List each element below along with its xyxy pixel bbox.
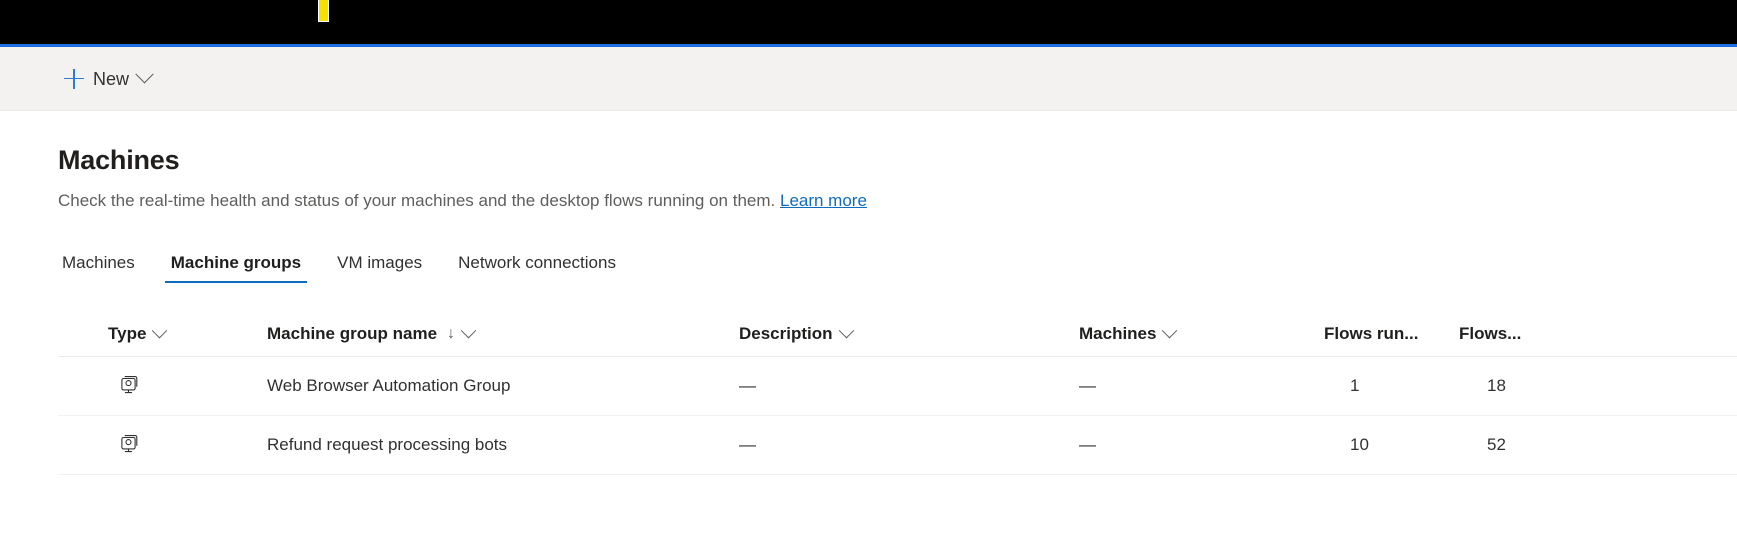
cell-description: — <box>739 435 1079 455</box>
chevron-down-icon[interactable] <box>838 324 854 339</box>
column-header-flows[interactable]: Flows... <box>1459 324 1589 344</box>
machine-group-icon <box>116 433 141 458</box>
sort-descending-icon: ↓ <box>447 326 455 342</box>
column-header-flows-label: Flows... <box>1459 324 1521 344</box>
cell-flows: 18 <box>1459 376 1589 396</box>
column-header-type[interactable]: Type <box>102 324 267 344</box>
cell-type <box>102 374 267 399</box>
column-header-description[interactable]: Description <box>739 324 1079 344</box>
chevron-down-icon[interactable] <box>461 324 477 339</box>
column-header-flows-running[interactable]: Flows run... <box>1324 324 1459 344</box>
tab-network-connections[interactable]: Network connections <box>440 254 634 283</box>
cell-type <box>102 433 267 458</box>
tab-list: Machines Machine groups VM images Networ… <box>58 241 1737 283</box>
new-button-label: New <box>93 70 129 88</box>
tab-vm-images[interactable]: VM images <box>319 254 440 283</box>
page-body: Machines Check the real-time health and … <box>0 111 1737 475</box>
browser-chrome <box>0 0 1737 44</box>
column-header-machines-label: Machines <box>1079 324 1156 344</box>
machine-groups-table: Type Machine group name ↓ Description Ma… <box>58 311 1737 475</box>
column-header-type-label: Type <box>108 324 146 344</box>
cell-machines: — <box>1079 435 1324 455</box>
chevron-down-icon <box>135 65 153 83</box>
column-header-machines[interactable]: Machines <box>1079 324 1324 344</box>
cell-description: — <box>739 376 1079 396</box>
plus-icon <box>64 69 84 89</box>
cell-flows-running: 1 <box>1324 376 1459 396</box>
page-description: Check the real-time health and status of… <box>58 189 1737 213</box>
machine-group-icon <box>116 374 141 399</box>
column-header-description-label: Description <box>739 324 833 344</box>
cell-flows-running: 10 <box>1324 435 1459 455</box>
chevron-down-icon[interactable] <box>152 324 168 339</box>
page-description-text: Check the real-time health and status of… <box>58 191 775 210</box>
column-header-flows-running-label: Flows run... <box>1324 324 1418 344</box>
browser-tab-indicator[interactable] <box>318 0 329 22</box>
learn-more-link[interactable]: Learn more <box>780 191 867 210</box>
cell-machine-group-name: Refund request processing bots <box>267 435 739 455</box>
command-bar: New <box>0 47 1737 111</box>
table-header-row: Type Machine group name ↓ Description Ma… <box>58 311 1737 357</box>
cell-machines: — <box>1079 376 1324 396</box>
column-header-machine-group-name-label: Machine group name <box>267 324 437 344</box>
page-title: Machines <box>58 143 1737 177</box>
table-row[interactable]: Refund request processing bots — — 10 52 <box>58 416 1737 475</box>
chevron-down-icon[interactable] <box>1162 324 1178 339</box>
table-row[interactable]: Web Browser Automation Group — — 1 18 <box>58 357 1737 416</box>
cell-machine-group-name: Web Browser Automation Group <box>267 376 739 396</box>
column-header-machine-group-name[interactable]: Machine group name ↓ <box>267 324 739 344</box>
tab-machines[interactable]: Machines <box>58 254 153 283</box>
tab-machine-groups[interactable]: Machine groups <box>153 254 319 283</box>
new-button[interactable]: New <box>56 59 159 99</box>
cell-flows: 52 <box>1459 435 1589 455</box>
